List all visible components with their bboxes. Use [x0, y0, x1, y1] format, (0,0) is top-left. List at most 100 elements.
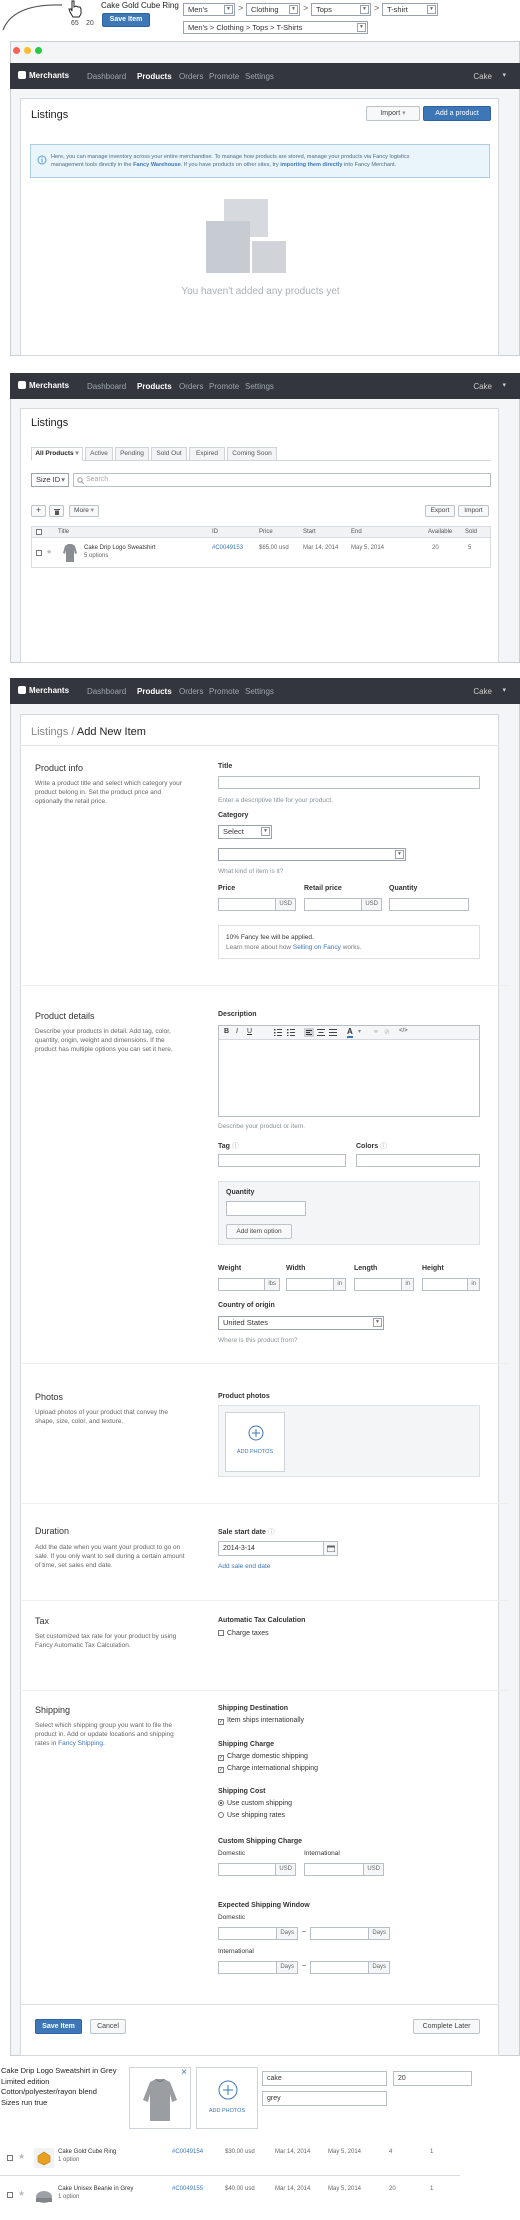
- tag-input[interactable]: cake: [262, 2071, 387, 2086]
- size-id-filter[interactable]: Size ID ▾: [31, 473, 69, 487]
- tab-sold-out[interactable]: Sold Out: [151, 447, 187, 461]
- category-select-3[interactable]: Tops ▼: [311, 3, 371, 16]
- subcategory-select[interactable]: ▼: [218, 848, 406, 861]
- row-id-link[interactable]: #C0049153: [212, 545, 243, 551]
- star-icon[interactable]: ★: [46, 548, 52, 556]
- close-icon[interactable]: ×: [181, 2067, 187, 2078]
- colors-input[interactable]: [356, 1154, 480, 1167]
- user-name[interactable]: Cake: [473, 72, 492, 81]
- import-dropdown[interactable]: Import ▾: [366, 106, 420, 121]
- row-checkbox[interactable]: [7, 2192, 13, 2198]
- select-all-checkbox[interactable]: [36, 529, 42, 535]
- nav-orders[interactable]: Orders: [179, 687, 203, 696]
- charge-international-checkbox[interactable]: ✓ Charge international shipping: [218, 1765, 318, 1773]
- nav-dashboard[interactable]: Dashboard: [87, 687, 126, 696]
- underline-icon[interactable]: U: [247, 1028, 252, 1035]
- fancy-shipping-link[interactable]: Fancy Shipping: [58, 1740, 103, 1747]
- row-checkbox[interactable]: [36, 550, 42, 556]
- row-title[interactable]: Cake Drip Logo Sweatshirt: [84, 545, 155, 551]
- user-name[interactable]: Cake: [473, 687, 492, 696]
- star-icon[interactable]: ★: [18, 2189, 25, 2198]
- add-sale-end-link[interactable]: Add sale end date: [218, 1563, 270, 1570]
- nav-promote[interactable]: Promote: [209, 687, 239, 696]
- international-max-days[interactable]: Days: [310, 1961, 390, 1974]
- add-product-button[interactable]: Add a product: [423, 106, 491, 121]
- tab-expired[interactable]: Expired: [189, 447, 225, 461]
- align-left-icon[interactable]: [304, 1028, 314, 1037]
- options-quantity-input[interactable]: [226, 1201, 306, 1216]
- star-icon[interactable]: ★: [18, 2152, 25, 2161]
- calendar-icon[interactable]: [323, 1542, 337, 1555]
- nav-settings[interactable]: Settings: [245, 382, 274, 391]
- maximize-dot[interactable]: [35, 47, 42, 54]
- custom-shipping-radio[interactable]: Use custom shipping: [218, 1800, 292, 1807]
- charge-taxes-checkbox[interactable]: Charge taxes: [218, 1630, 269, 1637]
- import-link[interactable]: importing them directly: [280, 162, 342, 168]
- html-code-icon[interactable]: </>: [399, 1028, 408, 1034]
- category-path-select[interactable]: Men's > Clothing > Tops > T-Shirts ▼: [183, 21, 368, 34]
- tab-active[interactable]: Active: [85, 447, 113, 461]
- save-item-button[interactable]: Save Item: [35, 2019, 82, 2034]
- retail-price-input[interactable]: USD: [304, 898, 382, 911]
- ships-internationally-checkbox[interactable]: ✓ Item ships internationally: [218, 1717, 304, 1725]
- domestic-max-days[interactable]: Days: [310, 1927, 390, 1940]
- domestic-charge-input[interactable]: USD: [218, 1863, 296, 1876]
- nav-promote[interactable]: Promote: [209, 382, 239, 391]
- text-color-icon[interactable]: A: [347, 1027, 353, 1038]
- delete-button[interactable]: [49, 505, 64, 517]
- more-dropdown[interactable]: More ▾: [69, 505, 99, 517]
- close-dot[interactable]: [13, 47, 20, 54]
- height-input[interactable]: in: [422, 1278, 480, 1291]
- user-name[interactable]: Cake: [473, 382, 492, 391]
- row-id-link[interactable]: #C0049154: [172, 2149, 203, 2155]
- photo-thumb[interactable]: ×: [129, 2067, 191, 2129]
- row-checkbox[interactable]: [7, 2155, 13, 2161]
- tab-all-products[interactable]: All Products ▾: [31, 447, 83, 461]
- row-title[interactable]: Cake Unisex Beanie in Grey: [58, 2186, 133, 2192]
- export-button[interactable]: Export: [425, 505, 455, 517]
- nav-settings[interactable]: Settings: [245, 687, 274, 696]
- cancel-button[interactable]: Cancel: [90, 2019, 126, 2034]
- width-input[interactable]: in: [286, 1278, 346, 1291]
- nav-orders[interactable]: Orders: [179, 72, 203, 81]
- category-select-1[interactable]: Men's ▼: [183, 3, 235, 16]
- tab-pending[interactable]: Pending: [115, 447, 149, 461]
- brand-logo[interactable]: Merchants: [18, 381, 69, 390]
- chevron-down-icon[interactable]: ▾: [502, 686, 506, 694]
- sale-start-input[interactable]: 2014-3-14: [218, 1541, 338, 1556]
- add-photos-button[interactable]: ADD PHOTOS: [196, 2067, 258, 2129]
- add-item-option-button[interactable]: Add item option: [226, 1224, 292, 1239]
- weight-input[interactable]: lbs: [218, 1278, 280, 1291]
- row-title[interactable]: Cake Gold Cube Ring: [58, 2149, 116, 2155]
- align-justify-icon[interactable]: [329, 1029, 337, 1036]
- nav-dashboard[interactable]: Dashboard: [87, 72, 126, 81]
- nav-products[interactable]: Products: [137, 687, 172, 696]
- add-icon-button[interactable]: +: [31, 505, 46, 517]
- price-input[interactable]: USD: [218, 898, 296, 911]
- bold-icon[interactable]: B: [224, 1028, 229, 1035]
- chevron-down-icon[interactable]: ▾: [502, 71, 506, 79]
- save-item-button[interactable]: Save Item: [102, 13, 150, 27]
- table-row[interactable]: ★ Cake Drip Logo Sweatshirt 5 options #C…: [31, 538, 491, 568]
- domestic-min-days[interactable]: Days: [218, 1927, 298, 1940]
- nav-products[interactable]: Products: [137, 72, 172, 81]
- origin-select[interactable]: United States ▼: [218, 1316, 384, 1330]
- category-select[interactable]: Select ▼: [218, 825, 272, 839]
- brand-logo[interactable]: Merchants: [18, 686, 69, 695]
- warehouse-link[interactable]: Fancy Warehouse: [133, 162, 181, 168]
- bullet-list-icon[interactable]: [274, 1029, 282, 1036]
- title-input[interactable]: [218, 776, 480, 789]
- color-input[interactable]: grey: [262, 2091, 387, 2106]
- complete-later-button[interactable]: Complete Later: [413, 2019, 480, 2034]
- nav-settings[interactable]: Settings: [245, 72, 274, 81]
- international-min-days[interactable]: Days: [218, 1961, 298, 1974]
- numbered-list-icon[interactable]: [287, 1029, 295, 1036]
- shipping-rates-radio[interactable]: Use shipping rates: [218, 1812, 285, 1819]
- minimize-dot[interactable]: [24, 47, 31, 54]
- breadcrumb-listings[interactable]: Listings: [31, 726, 68, 738]
- international-charge-input[interactable]: USD: [304, 1863, 384, 1876]
- charge-domestic-checkbox[interactable]: ✓ Charge domestic shipping: [218, 1753, 308, 1761]
- tab-coming-soon[interactable]: Coming Soon: [227, 447, 277, 461]
- category-select-4[interactable]: T-shirt ▼: [382, 3, 438, 16]
- align-center-icon[interactable]: [317, 1029, 325, 1036]
